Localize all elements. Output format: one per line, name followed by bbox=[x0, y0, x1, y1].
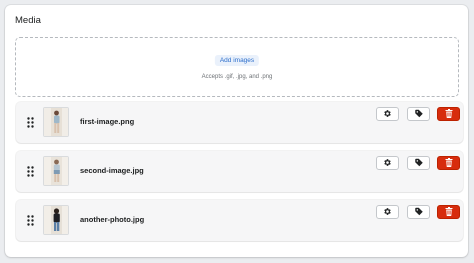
image-dropzone[interactable]: Add images Accepts .gif, .jpg, and .png bbox=[15, 37, 459, 97]
media-card-title: Media bbox=[15, 15, 41, 26]
tag-icon bbox=[414, 105, 424, 123]
drag-handle-icon[interactable] bbox=[27, 117, 34, 128]
trash-icon bbox=[445, 203, 453, 221]
trash-icon bbox=[445, 154, 453, 172]
drag-handle-icon[interactable] bbox=[27, 166, 34, 177]
media-list-item: second-image.jpg bbox=[16, 151, 463, 192]
tag-button[interactable] bbox=[407, 156, 430, 170]
trash-icon bbox=[445, 105, 453, 123]
media-card: Media Add images Accepts .gif, .jpg, and… bbox=[5, 5, 468, 257]
gear-icon bbox=[383, 203, 392, 221]
settings-button[interactable] bbox=[376, 205, 399, 219]
tag-button[interactable] bbox=[407, 205, 430, 219]
media-filename: second-image.jpg bbox=[80, 166, 144, 175]
tag-button[interactable] bbox=[407, 107, 430, 121]
settings-button[interactable] bbox=[376, 107, 399, 121]
image-thumbnail bbox=[43, 205, 69, 235]
settings-button[interactable] bbox=[376, 156, 399, 170]
tag-icon bbox=[414, 154, 424, 172]
add-images-button[interactable]: Add images bbox=[214, 55, 260, 66]
image-thumbnail bbox=[43, 156, 69, 186]
media-list-item: first-image.png bbox=[16, 102, 463, 143]
image-thumbnail bbox=[43, 107, 69, 137]
tag-icon bbox=[414, 203, 424, 221]
gear-icon bbox=[383, 154, 392, 172]
delete-button[interactable] bbox=[437, 205, 460, 219]
accepted-formats-hint: Accepts .gif, .jpg, and .png bbox=[201, 74, 273, 80]
media-filename: another-photo.jpg bbox=[80, 215, 145, 224]
drag-handle-icon[interactable] bbox=[27, 215, 34, 226]
media-list-item: another-photo.jpg bbox=[16, 200, 463, 241]
media-filename: first-image.png bbox=[80, 117, 135, 126]
delete-button[interactable] bbox=[437, 156, 460, 170]
gear-icon bbox=[383, 105, 392, 123]
delete-button[interactable] bbox=[437, 107, 460, 121]
